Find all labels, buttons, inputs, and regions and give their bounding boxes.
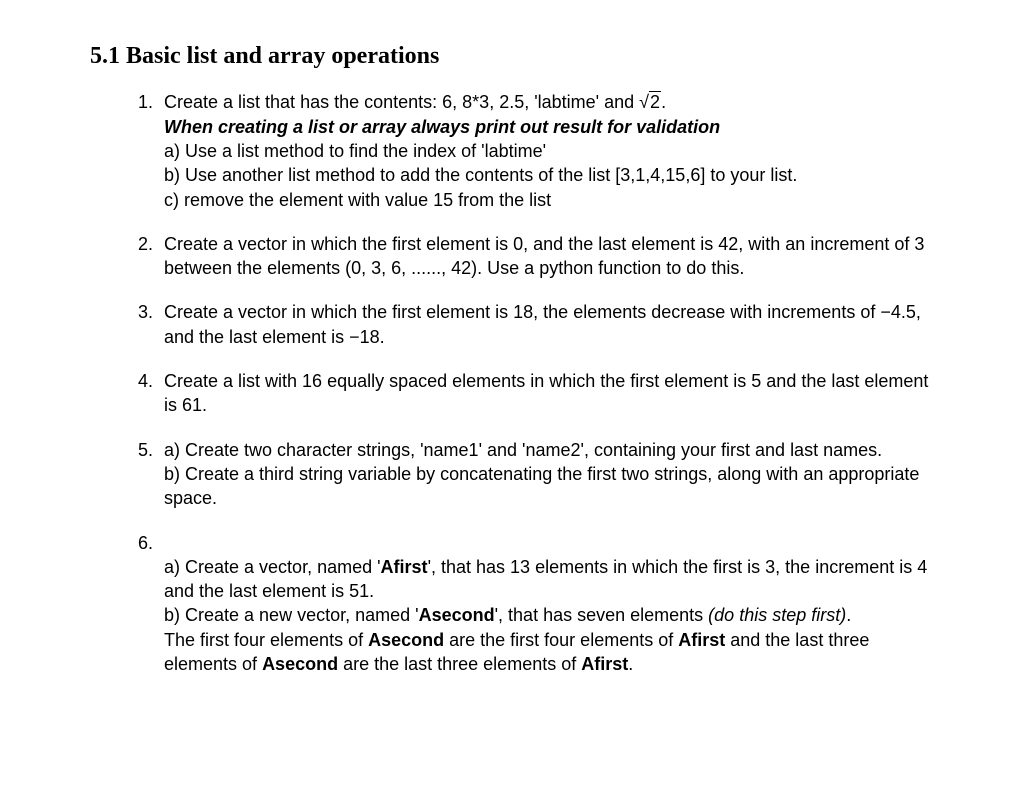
subitem-a: a) Use a list method to find the index o… [164,141,546,161]
text: a) Create a vector, named ' [164,557,381,577]
var-afirst: Afirst [381,557,428,577]
text: ', that has seven elements [495,605,709,625]
emphasis-note: When creating a list or array always pri… [164,117,720,137]
text: Create a list with 16 equally spaced ele… [164,371,928,415]
subitem-c: c) remove the element with value 15 from… [164,190,551,210]
list-item: Create a list that has the contents: 6, … [158,90,934,211]
text: Create a list that has the contents: 6, … [164,92,639,112]
subitem-a: a) Create a vector, named 'Afirst', that… [164,557,927,601]
var-afirst: Afirst [581,654,628,674]
text: b) Create a new vector, named ' [164,605,419,625]
list-item: Create a list with 16 equally spaced ele… [158,369,934,418]
subitem-c: The first four elements of Asecond are t… [164,630,869,674]
step-note: (do this step first) [708,605,846,625]
text: Create a vector in which the first eleme… [164,302,921,346]
subitem-b: b) Create a new vector, named 'Asecond',… [164,605,851,625]
list-item: a) Create a vector, named 'Afirst', that… [158,531,934,677]
var-asecond: Asecond [419,605,495,625]
list-item: Create a vector in which the first eleme… [158,232,934,281]
var-afirst: Afirst [678,630,725,650]
text: are the last three elements of [338,654,581,674]
text: . [661,92,666,112]
text: . [846,605,851,625]
sqrt-expression: √2 [639,91,661,112]
radicand: 2 [649,91,661,112]
list-item: Create a vector in which the first eleme… [158,300,934,349]
text: Create a vector in which the first eleme… [164,234,924,278]
subitem-b: b) Use another list method to add the co… [164,165,797,185]
section-heading: 5.1 Basic list and array operations [90,40,934,72]
exercise-list: Create a list that has the contents: 6, … [90,90,934,676]
var-asecond: Asecond [262,654,338,674]
var-asecond: Asecond [368,630,444,650]
text: The first four elements of [164,630,368,650]
subitem-a: a) Create two character strings, 'name1'… [164,440,882,460]
list-item: a) Create two character strings, 'name1'… [158,438,934,511]
text: . [628,654,633,674]
text: are the first four elements of [444,630,678,650]
subitem-b: b) Create a third string variable by con… [164,464,919,508]
